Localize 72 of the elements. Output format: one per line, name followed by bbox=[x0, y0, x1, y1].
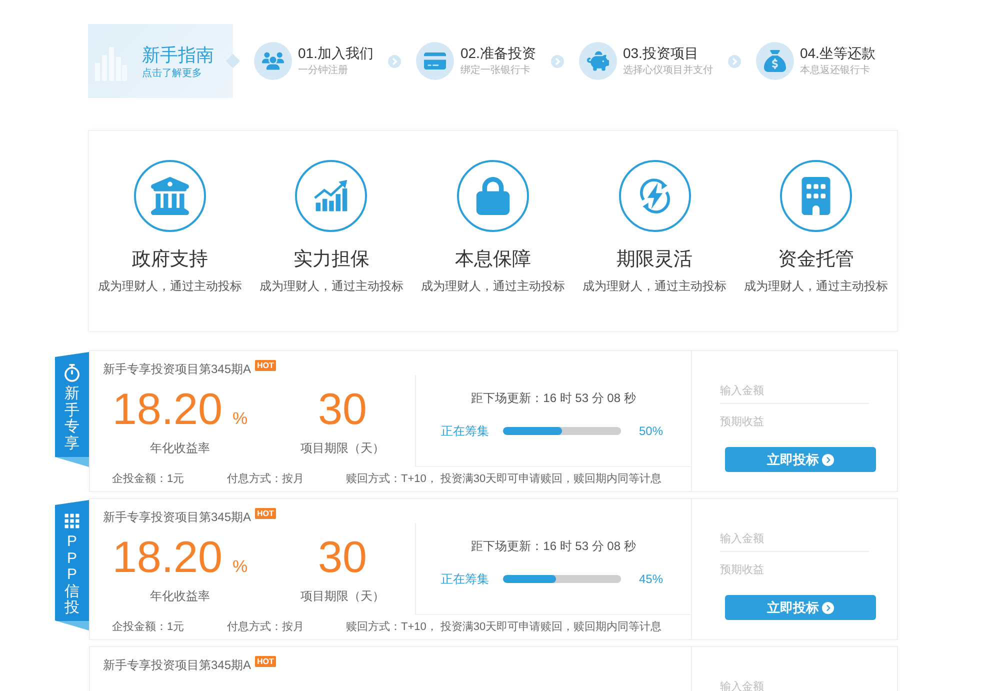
step-title: 01.加入我们 bbox=[298, 45, 374, 61]
feature-subtitle: 成为理财人，通过主动投标 bbox=[259, 279, 404, 293]
invest-button[interactable]: 立即投标 bbox=[725, 595, 876, 620]
term-value: 30 bbox=[318, 535, 367, 581]
feature-subtitle: 成为理财人，通过主动投标 bbox=[744, 279, 888, 293]
step-subtitle: 一分钟注册 bbox=[298, 65, 349, 77]
bolt-refresh-icon bbox=[618, 160, 691, 232]
step-title: 02.准备投资 bbox=[460, 45, 536, 61]
redemption-text: 赎回方式：T+10， 投资满30天即可申请赎回，赎回期内同等计息 bbox=[346, 620, 662, 634]
arrow-circle-icon bbox=[728, 54, 741, 68]
expected-return-field[interactable]: 预期收益 bbox=[720, 557, 869, 583]
annual-rate-value: 18.20 bbox=[112, 387, 222, 433]
funding-status: 正在筹集 bbox=[441, 424, 489, 438]
step-subtitle: 本息返还银行卡 bbox=[800, 65, 871, 77]
category-label: 新手专享 bbox=[64, 386, 80, 452]
countdown-text: 距下场更新：16 时 53 分 08 秒 bbox=[471, 390, 636, 407]
feature-subtitle: 成为理财人，通过主动投标 bbox=[98, 279, 242, 293]
progress-percent: 45% bbox=[639, 572, 664, 586]
credit-card-icon bbox=[416, 42, 454, 80]
feature-title: 政府支持 bbox=[132, 249, 208, 271]
funding-status: 正在筹集 bbox=[441, 572, 489, 586]
product-title: 新手专享投资项目第345期A bbox=[103, 510, 252, 524]
annual-rate-label: 年化收益率 bbox=[150, 589, 210, 603]
bank-icon bbox=[134, 160, 206, 232]
money-bag-icon bbox=[756, 42, 794, 80]
grid-icon bbox=[63, 512, 81, 530]
arrow-circle-icon bbox=[550, 54, 564, 68]
interest-method-text: 付息方式：按月 bbox=[227, 620, 305, 634]
office-building-icon bbox=[780, 160, 852, 232]
expected-return-field[interactable]: 预期收益 bbox=[720, 409, 869, 435]
invest-button[interactable]: 立即投标 bbox=[725, 447, 876, 472]
guide-panel[interactable]: 新手指南 点击了解更多 bbox=[88, 24, 233, 98]
feature-title: 实力担保 bbox=[293, 249, 370, 271]
progress-percent: 50% bbox=[639, 424, 664, 438]
product-title: 新手专享投资项目第345期A bbox=[103, 658, 252, 672]
rising-chart-icon bbox=[295, 160, 368, 232]
annual-rate-value: 18.20 bbox=[112, 535, 222, 581]
guide-title: 新手指南 bbox=[142, 44, 214, 64]
step-title: 03.投资项目 bbox=[622, 45, 700, 61]
min-amount-text: 企投金额：1元 bbox=[112, 472, 186, 486]
interest-method-text: 付息方式：按月 bbox=[227, 472, 305, 486]
feature-title: 本息保障 bbox=[454, 249, 531, 271]
product-title: 新手专享投资项目第345期A bbox=[103, 362, 252, 376]
hot-badge: HOT bbox=[255, 656, 276, 667]
feature-subtitle: 成为理财人，通过主动投标 bbox=[420, 279, 565, 293]
amount-field[interactable]: 输入金额 bbox=[720, 526, 869, 552]
category-label: PPP信投 bbox=[64, 534, 80, 616]
term-value: 30 bbox=[318, 387, 367, 433]
amount-field[interactable]: 输入金额 bbox=[720, 378, 869, 404]
countdown-text: 距下场更新：16 时 53 分 08 秒 bbox=[471, 538, 636, 555]
amount-field[interactable]: 输入金额 bbox=[720, 674, 869, 691]
guide-link[interactable]: 点击了解更多 bbox=[142, 68, 214, 80]
piggy-bank-icon bbox=[578, 42, 617, 80]
feature-title: 资金托管 bbox=[778, 249, 854, 271]
feature-title: 期限灵活 bbox=[616, 249, 693, 271]
term-label: 项目期限（天） bbox=[300, 589, 384, 603]
min-amount-text: 企投金额：1元 bbox=[112, 620, 186, 634]
term-label: 项目期限（天） bbox=[300, 441, 384, 455]
percent-unit: % bbox=[232, 558, 248, 576]
arrow-circle-icon bbox=[388, 54, 402, 68]
hot-badge: HOT bbox=[255, 508, 276, 519]
step-subtitle: 绑定一张银行卡 bbox=[460, 65, 532, 77]
percent-unit: % bbox=[232, 410, 248, 428]
redemption-text: 赎回方式：T+10， 投资满30天即可申请赎回，赎回期内同等计息 bbox=[346, 472, 662, 486]
hot-badge: HOT bbox=[255, 360, 276, 371]
feature-subtitle: 成为理财人，通过主动投标 bbox=[582, 279, 727, 293]
stopwatch-icon bbox=[63, 364, 81, 382]
annual-rate-label: 年化收益率 bbox=[150, 441, 210, 455]
users-icon bbox=[254, 42, 292, 80]
step-title: 04.坐等还款 bbox=[800, 45, 876, 61]
lock-icon bbox=[456, 160, 529, 232]
step-subtitle: 选择心仪项目并支付 bbox=[622, 65, 713, 77]
